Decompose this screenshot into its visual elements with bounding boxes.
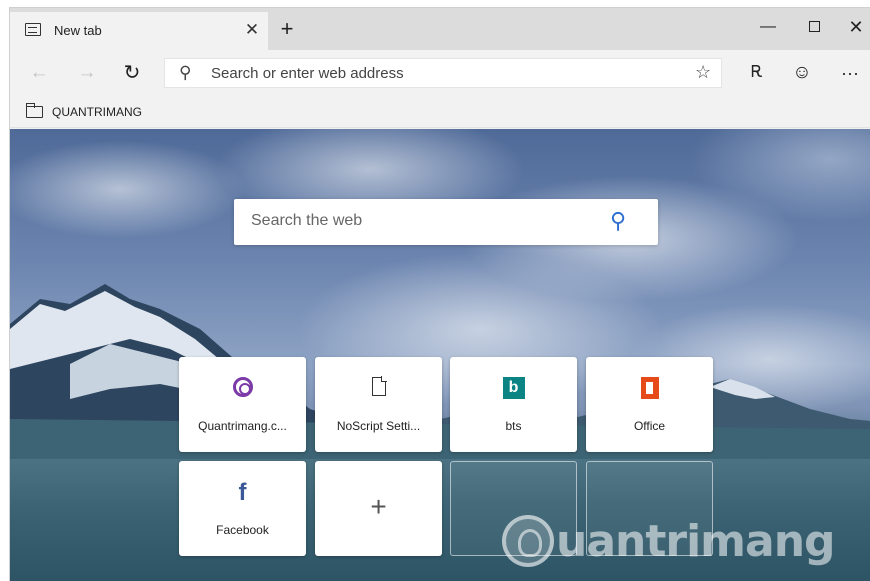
profile-button[interactable]: Ꭱ: [744, 60, 770, 86]
top-site-label: Quantrimang.c...: [198, 419, 287, 433]
tab-bar: New tab ✕ + — ✕: [10, 8, 870, 50]
feedback-smiley-icon[interactable]: ☺: [789, 60, 815, 86]
forward-button[interactable]: →: [74, 60, 100, 86]
quantrimang-watermark: uantrimang: [502, 511, 836, 571]
top-site-quantrimang[interactable]: Quantrimang.c...: [179, 357, 306, 452]
tab-title: New tab: [54, 23, 102, 38]
back-button[interactable]: ←: [26, 60, 52, 86]
search-icon: ⚲: [179, 63, 192, 82]
watermark-text: uantrimang: [556, 515, 836, 567]
top-site-label: Facebook: [216, 523, 269, 537]
top-site-bts[interactable]: b bts: [450, 357, 577, 452]
folder-icon: [26, 103, 43, 118]
plus-icon: +: [370, 491, 387, 522]
add-top-site-button[interactable]: +: [315, 461, 442, 556]
maximize-button[interactable]: [794, 13, 834, 41]
favorites-bar: QUANTRIMANG: [10, 96, 870, 128]
newtab-icon: [25, 23, 41, 36]
top-site-office[interactable]: Office: [586, 357, 713, 452]
office-icon: [640, 377, 659, 399]
close-window-button[interactable]: ✕: [836, 13, 870, 41]
browser-window: New tab ✕ + — ✕ ← → ↻ ⚲ Search or enter …: [9, 7, 870, 581]
quantrimang-logo-icon: [502, 515, 554, 567]
search-icon[interactable]: ⚲: [610, 208, 626, 234]
top-site-noscript-settings[interactable]: NoScript Setti...: [315, 357, 442, 452]
tab-new-tab[interactable]: New tab ✕: [10, 12, 268, 50]
bing-icon: b: [502, 377, 525, 399]
navigation-bar: ← → ↻ ⚲ Search or enter web address ☆ Ꭱ …: [10, 50, 870, 96]
maximize-icon: [808, 21, 820, 33]
favorite-star-icon[interactable]: ☆: [695, 62, 711, 83]
top-site-label: Office: [633, 419, 666, 433]
new-tab-button[interactable]: +: [275, 18, 299, 42]
address-bar[interactable]: ⚲ Search or enter web address ☆: [164, 58, 722, 88]
top-site-label: NoScript Setti...: [336, 419, 421, 433]
tab-close-icon[interactable]: ✕: [242, 20, 262, 40]
more-menu-button[interactable]: ···: [837, 60, 863, 86]
web-search-box[interactable]: Search the web ⚲: [234, 199, 658, 245]
page-icon: [371, 376, 387, 396]
web-search-input[interactable]: Search the web: [251, 212, 362, 230]
facebook-icon: f: [238, 479, 247, 506]
new-tab-page: Search the web ⚲ Quantrimang.c... NoScri…: [10, 129, 870, 581]
address-input[interactable]: Search or enter web address: [211, 65, 404, 82]
top-site-label: bts: [505, 419, 522, 433]
quantrimang-icon: [232, 377, 253, 397]
favorites-folder-quantrimang[interactable]: QUANTRIMANG: [52, 105, 142, 119]
refresh-button[interactable]: ↻: [119, 60, 145, 86]
top-site-facebook[interactable]: f Facebook: [179, 461, 306, 556]
minimize-button[interactable]: —: [748, 13, 788, 41]
